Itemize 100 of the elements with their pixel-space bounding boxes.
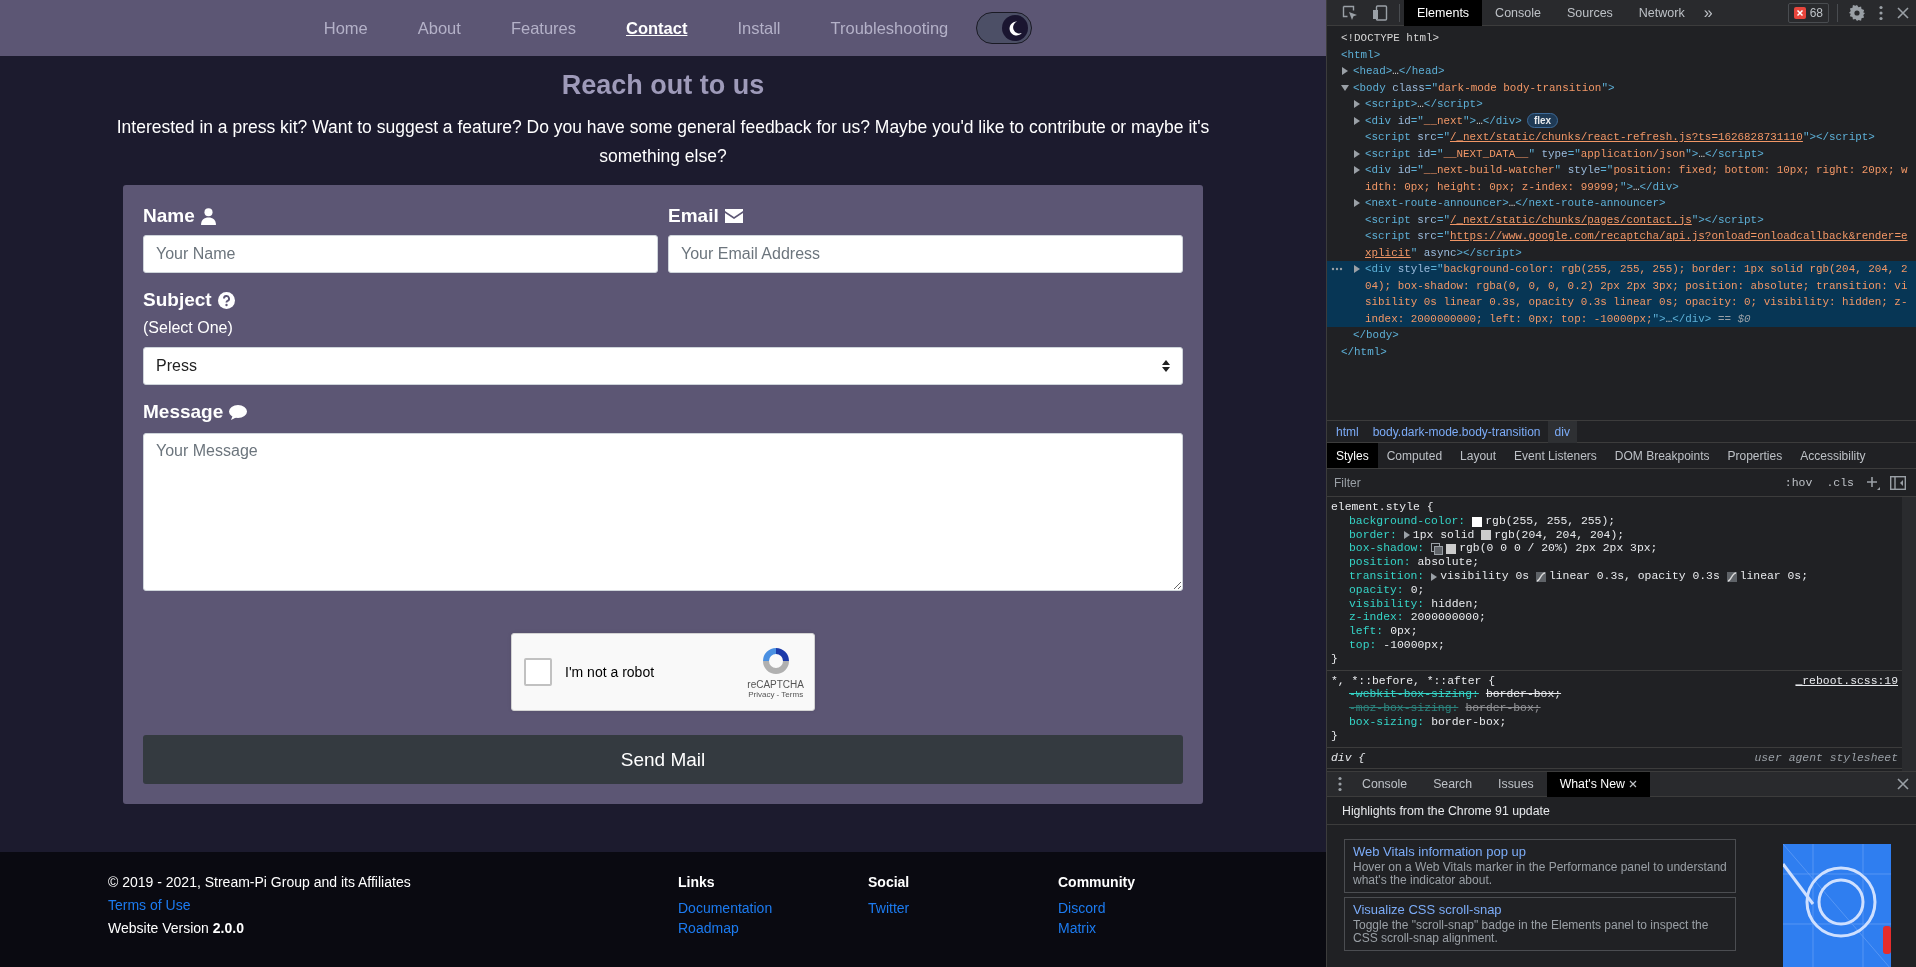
dom-node[interactable]: <script src="/_next/static/chunks/pages/contact.js"></script> [1327,211,1916,228]
footer-link[interactable]: Twitter [868,900,1058,916]
drawer-tab[interactable]: Search [1420,771,1486,797]
expand-triangle-icon[interactable] [1341,67,1349,75]
css-property-value[interactable]: 1px solid [1412,528,1482,543]
css-property-value[interactable]: linear 0.3s, opacity 0.3s [1548,570,1727,584]
css-property-name[interactable]: visibility: [1349,597,1425,612]
dom-node[interactable]: <script>…</script> [1327,96,1916,113]
dom-node[interactable]: <div id="__next">…</div> flex [1327,112,1916,129]
expand-triangle-icon[interactable] [1403,531,1410,540]
css-property-value[interactable]: 2000000000; [1410,611,1486,626]
breadcrumb[interactable]: body.dark-mode.body-transition [1365,420,1548,443]
close-icon[interactable] [1628,780,1637,788]
css-property-name[interactable]: position: [1349,556,1411,570]
css-property-name[interactable]: -moz-box-sizing: [1349,702,1459,716]
color-swatch-icon[interactable] [1446,544,1457,555]
css-property-name[interactable]: transition: [1349,570,1425,584]
dom-node[interactable]: <body class="dark-mode body-transition"> [1327,79,1916,96]
feature-title[interactable]: Visualize CSS scroll-snap [1353,901,1727,919]
feature-card[interactable]: Visualize CSS scroll-snap Toggle the "scroll-snap" badge in the Elements panel to inspect the CSS scroll-snap alignment. [1344,897,1736,951]
dom-node[interactable]: <div id="__next-build-watcher" style="position: fixed; bottom: 10px; right: 20px; width: 0px; height: 0px; z-index: 99999;">…</div> [1327,162,1916,195]
expand-triangle-icon[interactable] [1353,100,1361,108]
css-property-name[interactable]: top: [1349,638,1377,653]
shadow-editor-icon[interactable] [1431,543,1444,556]
theme-toggle[interactable] [976,12,1033,44]
expand-triangle-icon[interactable] [1431,572,1438,581]
dom-node[interactable]: <script src="/_next/static/chunks/react-refresh.js?ts=1626828731110"></script> [1327,129,1916,146]
captcha-checkbox[interactable] [524,658,552,686]
feature-card[interactable]: Web Vitals information pop up Hover on a Web Vitals marker in the Performance panel to understand what's the indicator about. [1344,839,1736,893]
css-property-name[interactable]: opacity: [1349,583,1404,598]
more-options-icon[interactable] [1879,4,1883,21]
css-property-value[interactable]: border-box; [1431,715,1507,730]
dom-node[interactable]: <script id="__NEXT_DATA__" type="application/json">…</script> [1327,145,1916,162]
css-property-value[interactable]: rgb(204, 204, 204); [1494,528,1625,543]
expand-triangle-icon[interactable] [1353,149,1361,158]
easing-curve-icon[interactable] [1726,571,1737,582]
add-rule-icon[interactable] [1866,475,1880,490]
dom-node[interactable]: <head>…</head> [1327,63,1916,80]
sidebar-toggle-icon[interactable] [1890,475,1906,490]
sidebar-tab[interactable]: Event Listeners [1505,443,1606,468]
footer-link[interactable]: Terms of Use [108,897,678,913]
drawer-tab[interactable]: What's New [1546,771,1650,797]
css-property-value[interactable]: rgb(0 0 0 / 20%) 2px 2px 3px; [1459,542,1658,557]
css-property-value[interactable]: 0px; [1390,625,1418,639]
devtools-tab[interactable]: Elements [1404,0,1483,26]
css-property-name[interactable]: left: [1349,625,1384,639]
css-property-name[interactable]: border: [1349,528,1397,543]
more-tabs-button[interactable]: » [1697,2,1719,23]
footer-link[interactable]: Discord [1058,900,1248,916]
subject-select[interactable]: Press [143,347,1183,385]
devtools-tab[interactable]: Network [1625,0,1698,26]
source-link[interactable]: _reboot.scss:19 [1795,674,1898,689]
text-field[interactable]: Your Email Address [668,235,1183,273]
sidebar-tab[interactable]: Computed [1377,443,1452,468]
dom-node[interactable]: <script src="https://www.google.com/recaptcha/api.js?onload=onloadcallback&render=explicit" async></script> [1327,228,1916,261]
css-property-name[interactable]: box-shadow: [1349,542,1425,557]
expand-triangle-icon[interactable] [1341,83,1349,92]
css-property-value[interactable]: absolute; [1417,556,1480,570]
send-button[interactable]: Send Mail [143,735,1183,784]
error-count-badge[interactable]: 68 [1787,2,1829,23]
dom-node[interactable]: <next-route-announcer>…</next-route-announcer> [1327,195,1916,212]
inspect-element-icon[interactable] [1342,4,1358,21]
nav-link[interactable]: Contact [626,18,688,38]
footer-link[interactable]: Documentation [678,900,868,916]
sidebar-tab[interactable]: Accessibility [1791,443,1875,468]
css-property-name[interactable]: -webkit-box-sizing: [1349,688,1479,703]
footer-link[interactable]: Matrix [1058,920,1248,936]
sidebar-tab[interactable]: DOM Breakpoints [1605,443,1719,468]
footer-link[interactable]: Roadmap [678,920,868,936]
css-property-value[interactable]: -10000px; [1383,638,1445,653]
feature-title[interactable]: Web Vitals information pop up [1353,843,1727,861]
expand-triangle-icon[interactable] [1353,166,1361,174]
css-property-name[interactable]: box-sizing: [1349,715,1425,730]
sidebar-tab[interactable]: Properties [1718,443,1792,468]
color-swatch-icon[interactable] [1472,516,1483,527]
sidebar-tab[interactable]: Styles [1327,443,1378,468]
drawer-tab[interactable]: Issues [1485,771,1547,797]
css-property-value[interactable]: border-box; [1465,702,1541,716]
breadcrumb[interactable]: div [1547,420,1577,443]
css-property-name[interactable]: z-index: [1349,611,1404,626]
breadcrumb[interactable]: html [1329,420,1366,443]
dom-node[interactable]: <!DOCTYPE html> [1327,30,1916,47]
easing-curve-icon[interactable] [1535,571,1546,582]
dom-node[interactable]: <div style="background-color: rgb(255, 255, 255); border: 1px solid rgb(204, 204, 204); box-shadow: rgba(0, 0, 0, 0.2) 2px 2px 3px; position: absolute; transition: visibility 0s linear 0.3s, opacity 0.3s linear 0s; opacity: 0; visibility: hidden; z-index: 2000000000; left: 0px; top: -10000px;">…</div> == $0 [1327,261,1916,327]
color-swatch-icon[interactable] [1481,530,1492,541]
captcha-links[interactable]: Privacy - Terms [748,690,804,699]
layout-badge[interactable]: flex [1526,112,1559,128]
devtools-tab[interactable]: Console [1482,0,1554,26]
sidebar-tab[interactable]: Layout [1451,443,1506,468]
node-actions-icon[interactable] [1331,267,1343,271]
class-toggle-button[interactable]: .cls [1824,476,1856,489]
css-property-value[interactable]: 0; [1410,583,1425,598]
devtools-tab[interactable]: Sources [1554,0,1626,26]
css-property-value[interactable]: hidden; [1431,597,1480,612]
drawer-tab[interactable]: Console [1349,771,1421,797]
more-options-icon[interactable] [1338,776,1342,792]
css-property-value[interactable]: linear 0s; [1739,570,1808,584]
device-toggle-icon[interactable] [1372,4,1388,21]
message-field[interactable]: Your Message [143,433,1183,591]
hover-state-button[interactable]: :hov [1782,476,1815,489]
